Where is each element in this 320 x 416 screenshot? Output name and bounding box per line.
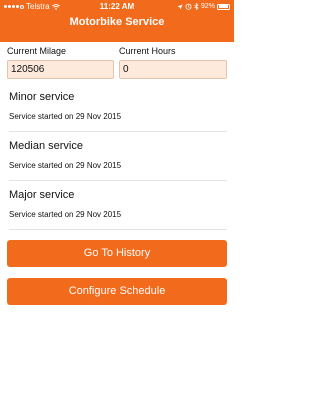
alarm-clock-icon: [185, 3, 192, 10]
median-service-status: Service started on 29 Nov 2015: [9, 161, 122, 170]
status-bar: Telstra 11:22 AM 92%: [0, 0, 234, 13]
hours-input[interactable]: [119, 60, 227, 79]
bluetooth-icon: [194, 3, 199, 10]
divider: [9, 180, 227, 181]
location-arrow-icon: [177, 3, 183, 10]
battery-icon: [217, 3, 230, 10]
app-screen: Telstra 11:22 AM 92% Motorbike Service C…: [0, 0, 234, 416]
minor-service-status: Service started on 29 Nov 2015: [9, 112, 122, 121]
header-bar: Telstra 11:22 AM 92% Motorbike Service: [0, 0, 234, 42]
milage-label: Current Milage: [7, 46, 67, 56]
major-service-title: Major service: [9, 189, 75, 201]
status-right: 92%: [177, 0, 230, 13]
minor-service-title: Minor service: [9, 91, 75, 103]
battery-fill: [218, 5, 228, 8]
battery-percent: 92%: [200, 3, 215, 10]
median-service-title: Median service: [9, 140, 83, 152]
configure-schedule-button[interactable]: Configure Schedule: [7, 278, 227, 305]
divider: [9, 229, 227, 230]
go-to-history-button[interactable]: Go To History: [7, 240, 227, 267]
milage-input[interactable]: [7, 60, 114, 79]
hours-label: Current Hours: [119, 46, 176, 56]
page-title: Motorbike Service: [69, 16, 165, 28]
divider: [9, 131, 227, 132]
major-service-status: Service started on 29 Nov 2015: [9, 210, 122, 219]
